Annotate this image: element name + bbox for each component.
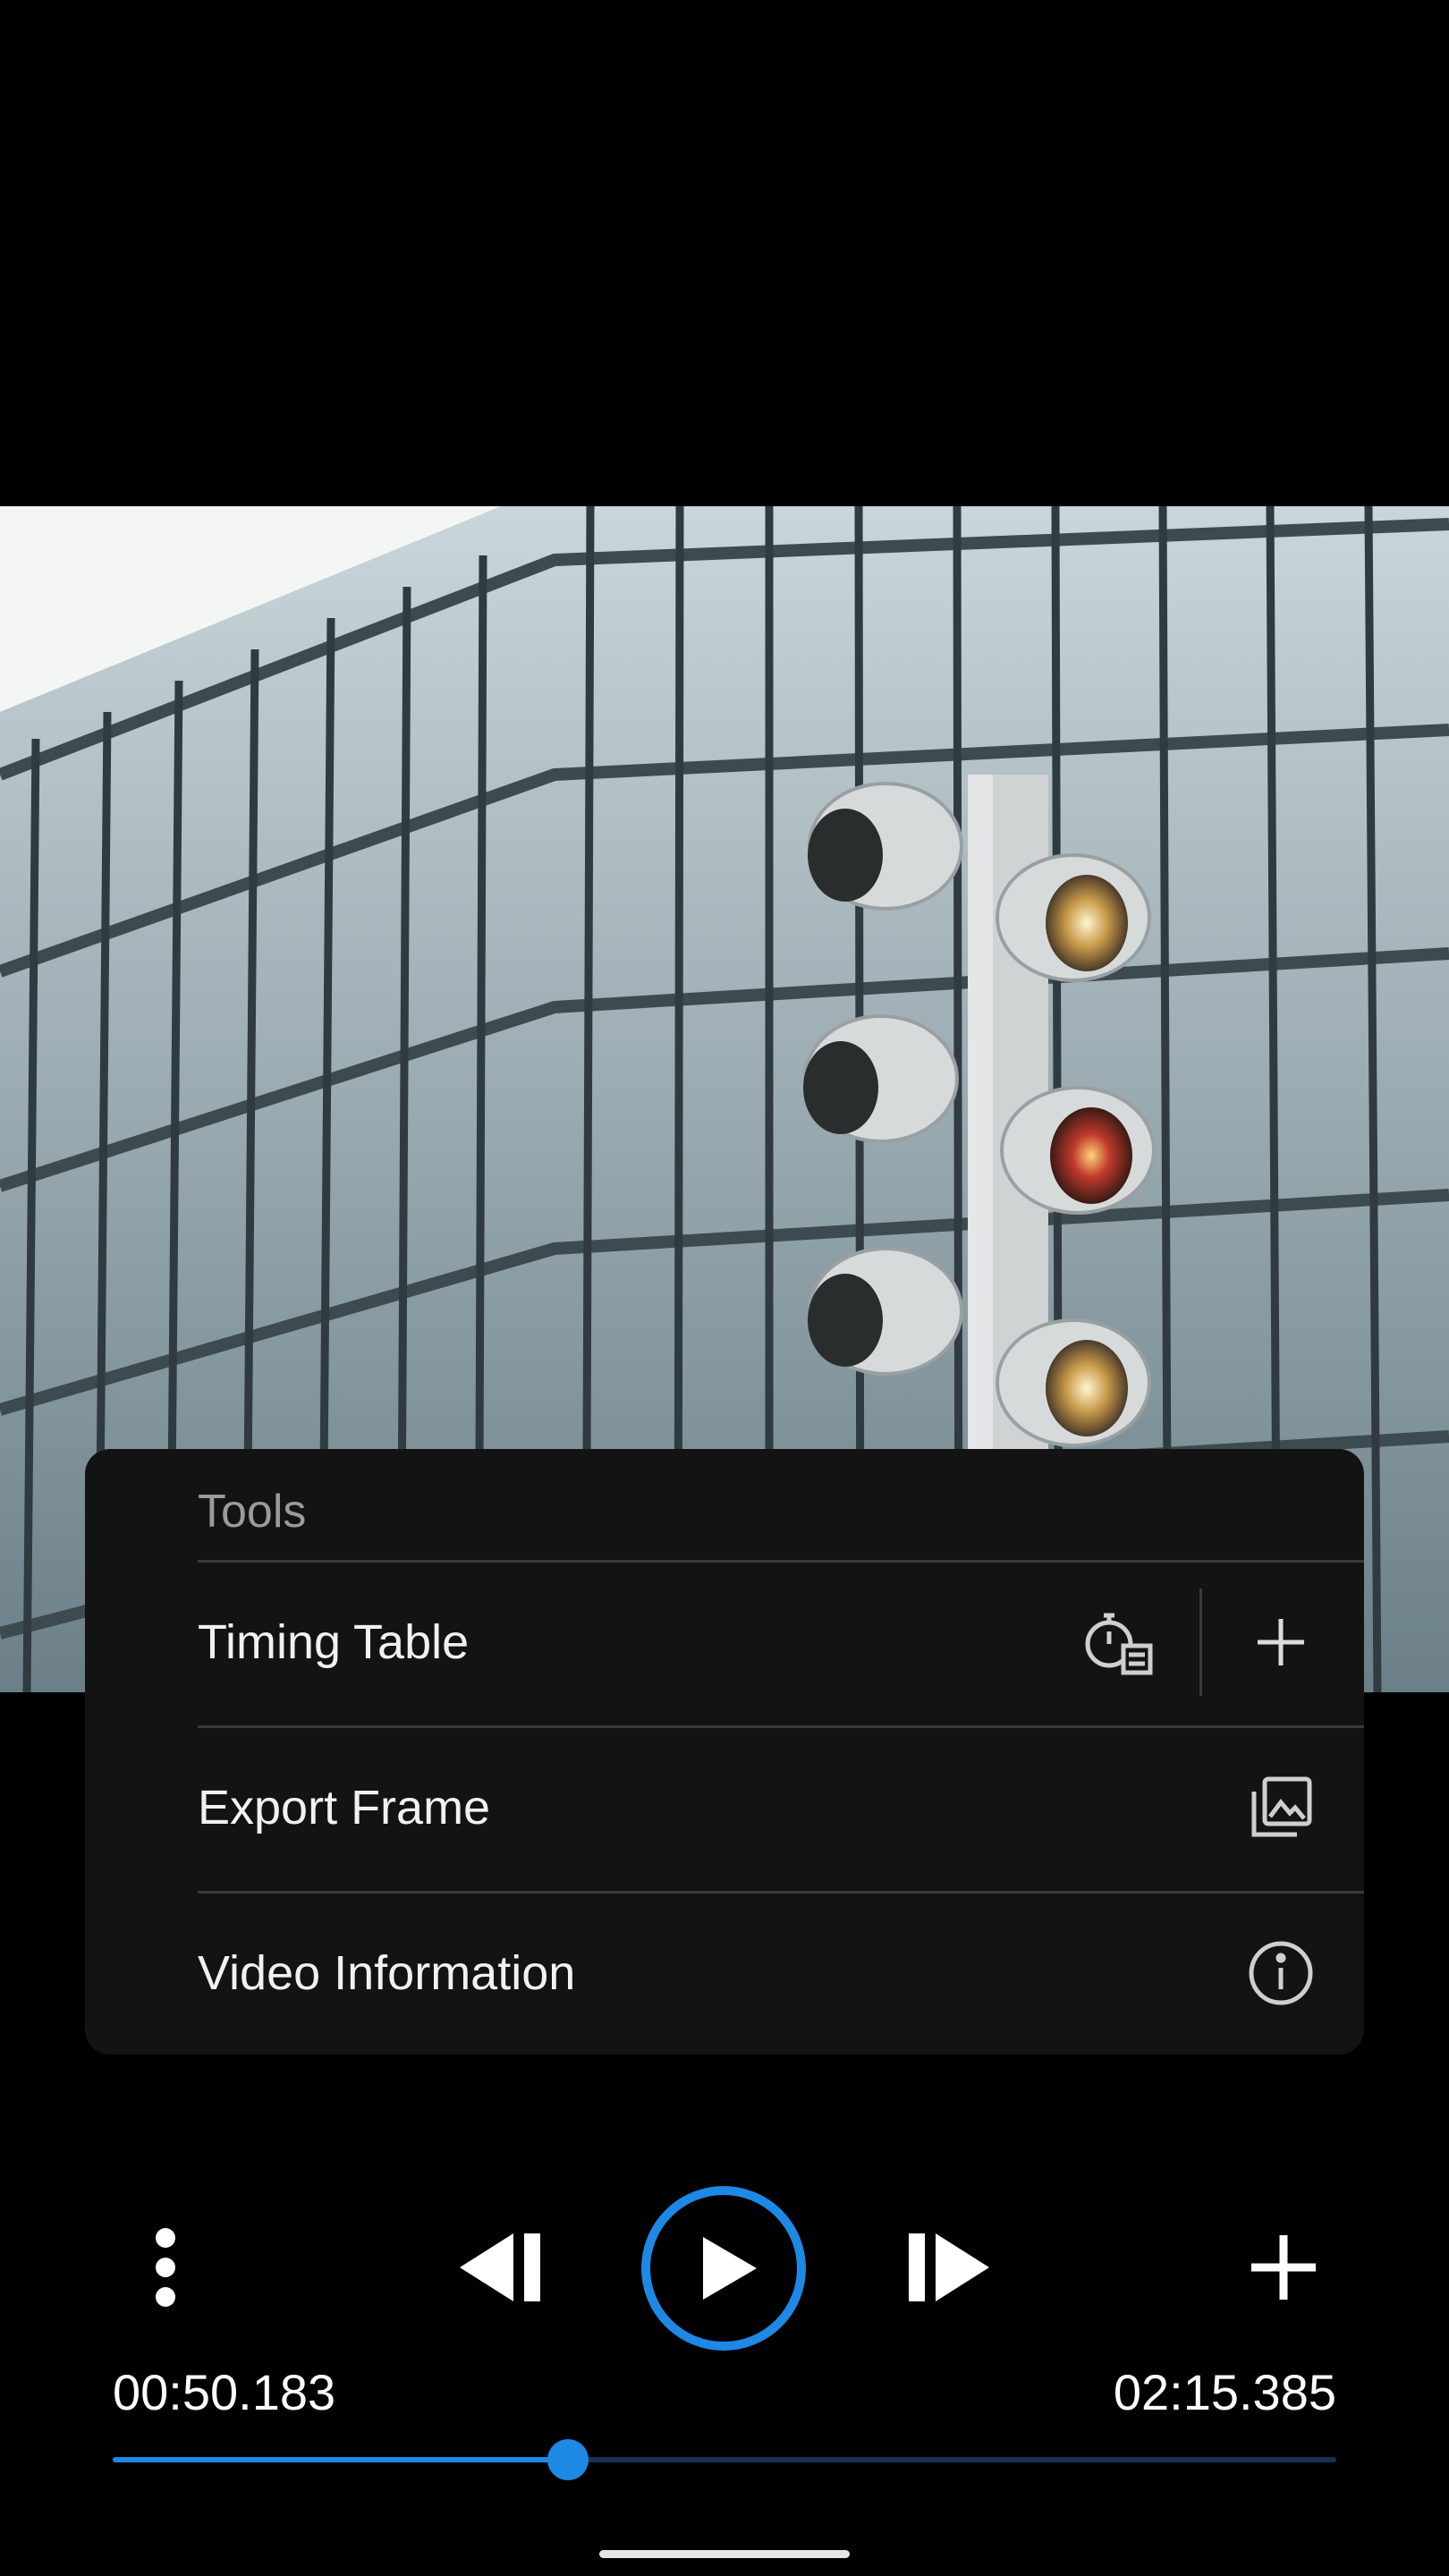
- info-icon[interactable]: [1236, 1928, 1326, 2018]
- total-time: 02:15.385: [1113, 2364, 1336, 2420]
- menu-item-label: Video Information: [198, 1946, 576, 2000]
- seek-bar[interactable]: [113, 2439, 1336, 2480]
- home-indicator[interactable]: [599, 2550, 850, 2558]
- more-vert-icon[interactable]: [121, 2218, 210, 2317]
- menu-item-timing-table[interactable]: Timing Table: [85, 1561, 1364, 1724]
- menu-item-export-frame[interactable]: Export Frame: [85, 1726, 1364, 1889]
- menu-item-video-information[interactable]: Video Information: [85, 1892, 1364, 2055]
- stopwatch-list-icon[interactable]: [1073, 1597, 1163, 1687]
- play-icon: [641, 2186, 806, 2351]
- step-back-icon[interactable]: [447, 2223, 555, 2312]
- seek-bar-progress: [113, 2457, 568, 2462]
- current-time: 00:50.183: [113, 2364, 336, 2420]
- add-icon[interactable]: [1239, 2223, 1328, 2312]
- menu-title: Tools: [198, 1486, 307, 1538]
- step-forward-icon[interactable]: [894, 2223, 1002, 2312]
- tools-menu: Tools Timing Table Export Frame Video In…: [85, 1449, 1364, 2055]
- play-button[interactable]: [640, 2185, 807, 2351]
- menu-item-label: Export Frame: [198, 1781, 491, 1835]
- gallery-icon[interactable]: [1236, 1763, 1326, 1852]
- menu-item-label: Timing Table: [198, 1615, 470, 1669]
- plus-icon[interactable]: [1236, 1597, 1326, 1687]
- vertical-divider: [1199, 1589, 1202, 1696]
- seek-bar-thumb[interactable]: [547, 2439, 589, 2480]
